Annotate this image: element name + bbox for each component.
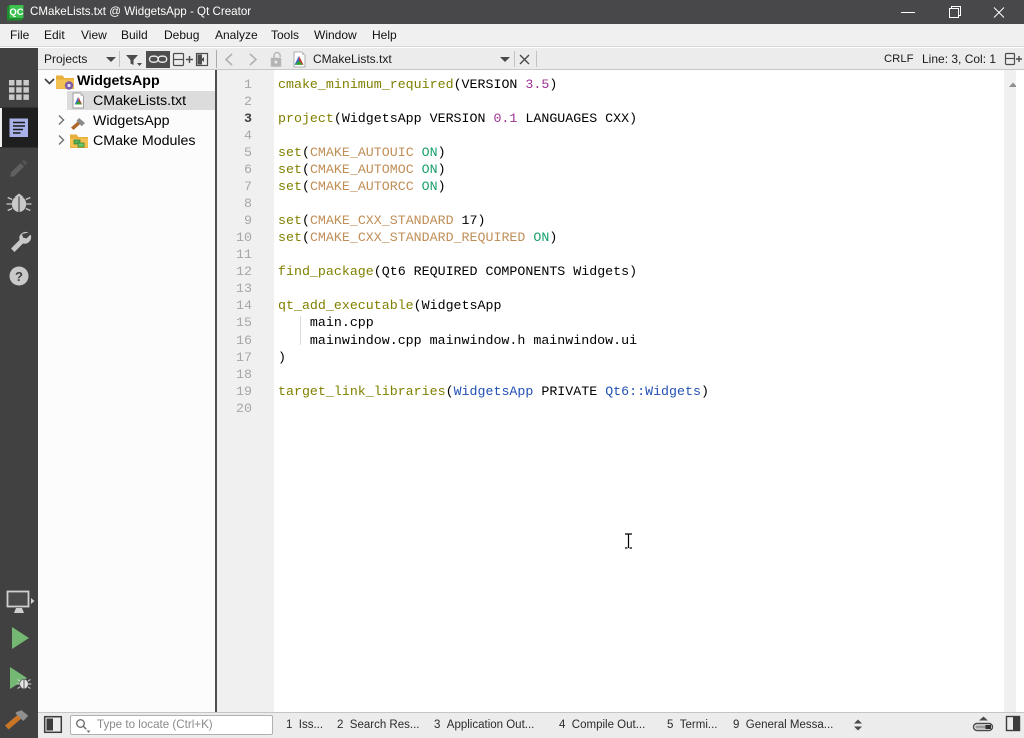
svg-text:QC: QC (9, 7, 23, 18)
svg-text:?: ? (15, 269, 23, 284)
